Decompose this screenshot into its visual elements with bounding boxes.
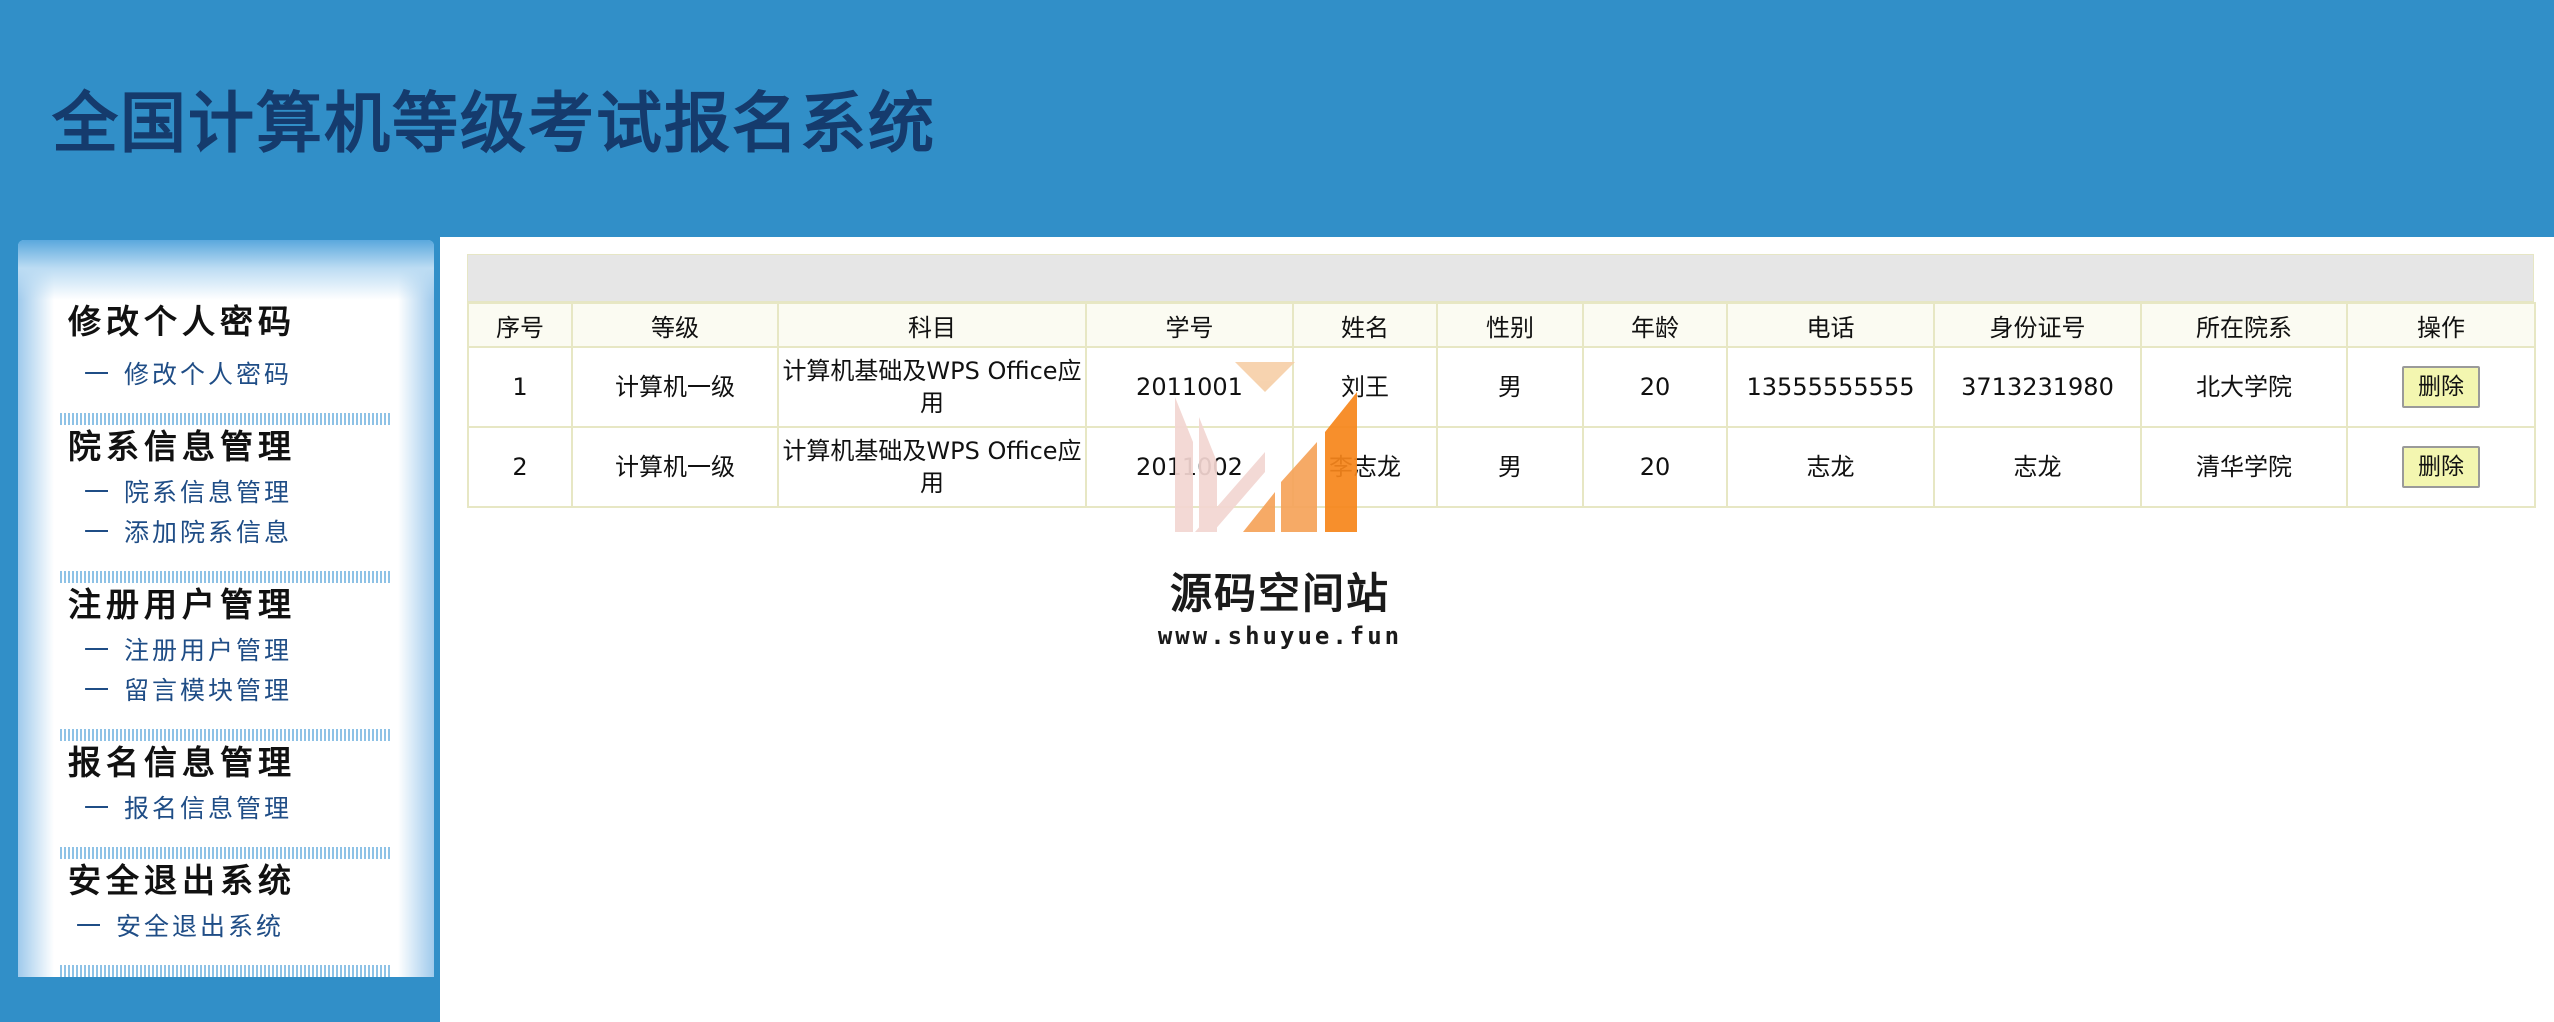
cell-age: 20 (1582, 346, 1728, 428)
registration-table-panel: 序号 等级 科目 学号 姓名 性别 年龄 电话 身份证号 所在院系 操作 1 计… (467, 254, 2536, 508)
menu-item-logout[interactable]: 一安全退出系统 (76, 910, 284, 944)
watermark-name: 源码空间站 (1169, 569, 1390, 618)
cell-actions: 删除 (2346, 426, 2536, 508)
menu-item-message-module[interactable]: 一留言模块管理 (84, 674, 292, 708)
column-header-department: 所在院系 (2140, 302, 2348, 348)
menu-item-registered-users[interactable]: 一注册用户管理 (84, 634, 292, 668)
cell-age: 20 (1582, 426, 1728, 508)
menu-item-change-password[interactable]: 一修改个人密码 (84, 358, 292, 392)
column-header-level: 等级 (571, 302, 779, 348)
section-title-registered-users[interactable]: 注册用户管理 (68, 583, 296, 627)
menu-divider (60, 847, 392, 859)
column-header-index: 序号 (467, 302, 573, 348)
dash-icon: 一 (76, 912, 105, 941)
cell-department: 北大学院 (2140, 346, 2348, 428)
dash-icon: 一 (84, 478, 113, 507)
column-header-name: 姓名 (1292, 302, 1438, 348)
sidebar-top-gradient (18, 240, 434, 300)
section-title-logout[interactable]: 安全退出系统 (68, 859, 296, 903)
cell-subject: 计算机基础及WPS Office应用 (777, 426, 1087, 508)
dash-icon: 一 (84, 518, 113, 547)
watermark-url: www.shuyue.fun (1157, 622, 1403, 650)
menu-item-label: 注册用户管理 (124, 636, 293, 665)
menu-divider (60, 729, 392, 741)
cell-subject: 计算机基础及WPS Office应用 (777, 346, 1087, 428)
column-header-id-number: 身份证号 (1933, 302, 2142, 348)
column-header-age: 年龄 (1582, 302, 1728, 348)
section-title-change-password[interactable]: 修改个人密码 (68, 300, 296, 344)
menu-divider (60, 413, 392, 425)
table-header-row: 序号 等级 科目 学号 姓名 性别 年龄 电话 身份证号 所在院系 操作 (467, 302, 2536, 348)
cell-phone: 13555555555 (1726, 346, 1935, 428)
column-header-actions: 操作 (2346, 302, 2536, 348)
system-title: 全国计算机等级考试报名系统 (52, 85, 936, 162)
delete-button[interactable]: 删除 (2402, 446, 2480, 488)
delete-button[interactable]: 删除 (2402, 366, 2480, 408)
menu-item-registration-info[interactable]: 一报名信息管理 (84, 792, 292, 826)
table-caption-bar (467, 254, 2534, 302)
table-row: 2 计算机一级 计算机基础及WPS Office应用 2011002 李志龙 男… (467, 426, 2536, 508)
cell-index: 1 (467, 346, 573, 428)
section-title-registration-info[interactable]: 报名信息管理 (68, 741, 296, 785)
column-header-phone: 电话 (1726, 302, 1935, 348)
dash-icon: 一 (84, 636, 113, 665)
menu-item-label: 添加院系信息 (124, 518, 293, 547)
cell-phone: 志龙 (1726, 426, 1935, 508)
section-title-department-info[interactable]: 院系信息管理 (68, 425, 296, 469)
menu-divider (60, 571, 392, 583)
header-banner: 全国计算机等级考试报名系统 (0, 0, 2554, 237)
menu-item-label: 报名信息管理 (124, 794, 293, 823)
dash-icon: 一 (84, 794, 113, 823)
menu-item-label: 修改个人密码 (124, 360, 293, 389)
menu-item-label: 院系信息管理 (124, 478, 293, 507)
cell-id-number: 志龙 (1933, 426, 2142, 508)
dash-icon: 一 (84, 676, 113, 705)
cell-name: 刘王 (1292, 346, 1438, 428)
cell-actions: 删除 (2346, 346, 2536, 428)
cell-level: 计算机一级 (571, 426, 779, 508)
dash-icon: 一 (84, 360, 113, 389)
column-header-student-id: 学号 (1085, 302, 1294, 348)
cell-level: 计算机一级 (571, 346, 779, 428)
cell-gender: 男 (1436, 346, 1584, 428)
table-row: 1 计算机一级 计算机基础及WPS Office应用 2011001 刘王 男 … (467, 346, 2536, 428)
registration-table: 序号 等级 科目 学号 姓名 性别 年龄 电话 身份证号 所在院系 操作 1 计… (467, 302, 2536, 508)
column-header-subject: 科目 (777, 302, 1087, 348)
cell-department: 清华学院 (2140, 426, 2348, 508)
column-header-gender: 性别 (1436, 302, 1584, 348)
cell-student-id: 2011002 (1085, 426, 1294, 508)
menu-item-department-info[interactable]: 一院系信息管理 (84, 476, 292, 510)
cell-gender: 男 (1436, 426, 1584, 508)
cell-name: 李志龙 (1292, 426, 1438, 508)
menu-item-label: 留言模块管理 (124, 676, 293, 705)
cell-index: 2 (467, 426, 573, 508)
menu-item-label: 安全退出系统 (116, 912, 285, 941)
sidebar-menu: 修改个人密码 一修改个人密码 院系信息管理 一院系信息管理 一添加院系信息 注册… (18, 240, 434, 977)
menu-divider (60, 965, 392, 977)
cell-id-number: 3713231980 (1933, 346, 2142, 428)
menu-item-add-department[interactable]: 一添加院系信息 (84, 516, 292, 550)
cell-student-id: 2011001 (1085, 346, 1294, 428)
